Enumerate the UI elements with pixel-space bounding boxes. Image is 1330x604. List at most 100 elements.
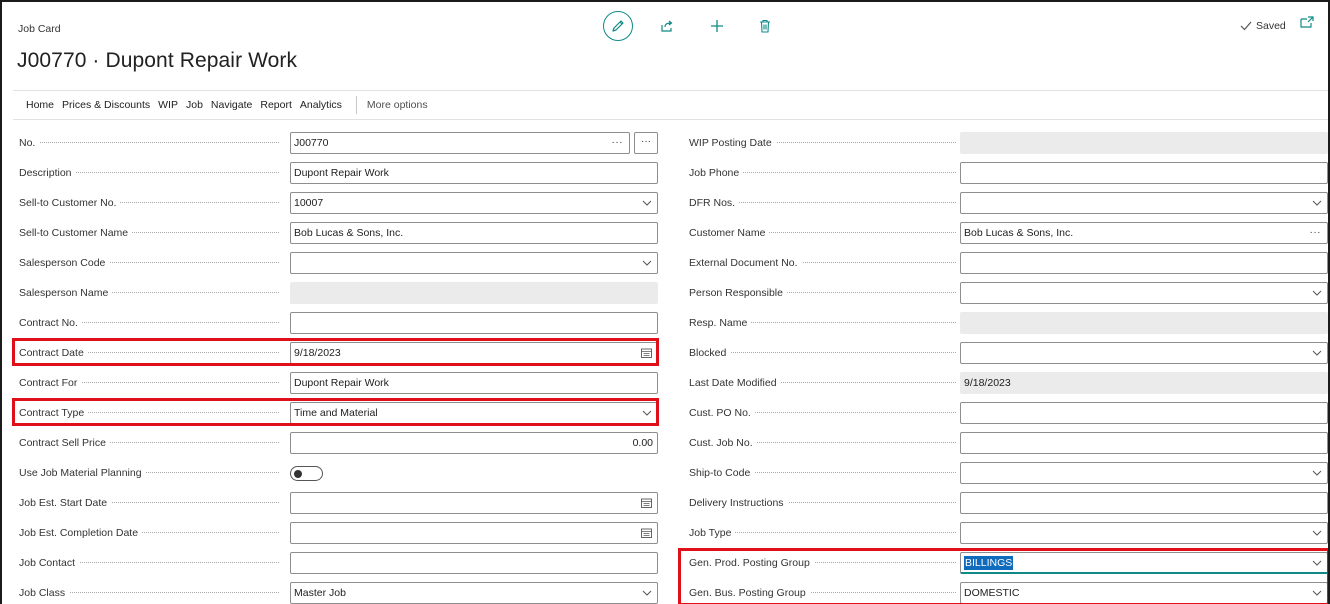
ellipsis-icon[interactable]: ··· [612,133,624,153]
field-row-salesperson-code: Salesperson Code [2,248,667,278]
delete-button[interactable] [750,11,780,41]
field-label: Cust. PO No. [689,407,755,419]
field-row-cust-job-no: Cust. Job No. [674,428,1328,458]
person-responsible-select[interactable] [960,282,1328,304]
popout-button[interactable] [1300,16,1314,31]
delivery-instructions-field[interactable] [960,492,1328,514]
field-label: Description [19,167,76,179]
job-est-completion-date-field[interactable] [290,522,658,544]
last-date-modified-field: 9/18/2023 [960,372,1328,394]
check-icon [1240,21,1252,31]
contract-type-select[interactable]: Time and Material [290,402,658,424]
action-menu-bar: Home Prices & Discounts WIP Job Navigate… [13,90,1328,120]
field-label: Job Est. Completion Date [19,527,143,539]
job-class-select[interactable]: Master Job [290,582,658,604]
cust-po-no-field[interactable] [960,402,1328,424]
field-row-contract-sell-price: Contract Sell Price 0.00 [2,428,667,458]
field-row-job-contact: Job Contact [2,548,667,578]
contract-for-field[interactable]: Dupont Repair Work [290,372,658,394]
field-label: Cust. Job No. [689,437,757,449]
share-button[interactable] [652,11,682,41]
plus-icon [711,20,723,32]
blocked-select[interactable] [960,342,1328,364]
external-document-no-field[interactable] [960,252,1328,274]
menu-analytics[interactable]: Analytics [300,99,342,111]
field-row-contract-type: Contract Type Time and Material [2,398,667,428]
gen-bus-posting-group-select[interactable]: DOMESTIC [960,582,1328,604]
menu-job[interactable]: Job [186,99,203,111]
field-label: WIP Posting Date [689,137,776,149]
field-label: Contract Type [19,407,89,419]
contract-date-field[interactable]: 9/18/2023 [290,342,658,364]
contract-sell-price-field[interactable]: 0.00 [290,432,658,454]
popout-icon [1300,16,1314,28]
contract-no-field[interactable] [290,312,658,334]
field-row-use-job-material-planning: Use Job Material Planning [2,458,667,488]
salesperson-name-field [290,282,658,304]
field-label: Customer Name [689,227,770,239]
chevron-down-icon [1312,463,1322,483]
edit-button[interactable] [603,11,633,41]
chevron-down-icon [1312,283,1322,303]
field-row-gen-prod-posting-group: Gen. Prod. Posting Group BILLINGS [674,548,1328,578]
field-row-cust-po-no: Cust. PO No. [674,398,1328,428]
menu-navigate[interactable]: Navigate [211,99,252,111]
job-type-select[interactable] [960,522,1328,544]
share-icon [661,20,673,32]
trash-icon [760,19,770,33]
menu-divider [355,96,357,114]
chevron-down-icon [642,193,652,213]
menu-home[interactable]: Home [26,99,54,111]
menu-report[interactable]: Report [260,99,292,111]
menu-prices-discounts[interactable]: Prices & Discounts [62,99,150,111]
field-row-dfr-nos: DFR Nos. [674,188,1328,218]
chevron-down-icon [1312,583,1322,603]
field-label: Job Est. Start Date [19,497,112,509]
job-contact-field[interactable] [290,552,658,574]
field-row-contract-date: Contract Date 9/18/2023 [2,338,667,368]
dfr-nos-select[interactable] [960,192,1328,214]
ship-to-code-select[interactable] [960,462,1328,484]
description-field[interactable]: Dupont Repair Work [290,162,658,184]
field-row-job-est-completion-date: Job Est. Completion Date [2,518,667,548]
field-row-ship-to-code: Ship-to Code [674,458,1328,488]
job-est-start-date-field[interactable] [290,492,658,514]
sell-to-customer-no-select[interactable]: 10007 [290,192,658,214]
menu-wip[interactable]: WIP [158,99,178,111]
field-row-delivery-instructions: Delivery Instructions [674,488,1328,518]
ellipsis-icon: ··· [641,136,651,147]
chevron-down-icon [642,403,652,423]
field-label: Contract For [19,377,82,389]
cust-job-no-field[interactable] [960,432,1328,454]
chevron-down-icon [1312,553,1322,572]
field-row-gen-bus-posting-group: Gen. Bus. Posting Group DOMESTIC [674,578,1328,604]
field-label: Sell-to Customer No. [19,197,121,209]
field-label: Use Job Material Planning [19,467,146,479]
field-row-job-type: Job Type [674,518,1328,548]
general-right-column: WIP Posting Date Job Phone DFR Nos. Cust… [674,128,1328,604]
page-caption: Job Card [18,23,61,35]
job-card-window: Job Card J00770 · Dupont Repair Work Sav… [0,0,1330,604]
calendar-icon[interactable] [641,343,652,363]
field-label: Contract Sell Price [19,437,110,449]
calendar-icon[interactable] [641,523,652,543]
field-row-job-class: Job Class Master Job [2,578,667,604]
gen-prod-posting-group-select[interactable]: BILLINGS [960,552,1328,574]
field-label: Person Responsible [689,287,787,299]
use-job-material-planning-toggle[interactable] [290,466,323,481]
page-title: J00770 · Dupont Repair Work [17,49,298,72]
field-label: Salesperson Name [19,287,113,299]
field-row-job-phone: Job Phone [674,158,1328,188]
more-options-button[interactable]: More options [367,99,428,111]
ellipsis-icon[interactable]: ··· [1310,223,1322,243]
no-field[interactable]: J00770 ··· [290,132,630,154]
job-phone-field[interactable] [960,162,1328,184]
no-assist-button[interactable]: ··· [634,132,658,154]
calendar-icon[interactable] [641,493,652,513]
new-button[interactable] [702,11,732,41]
salesperson-code-select[interactable] [290,252,658,274]
customer-name-field[interactable]: Bob Lucas & Sons, Inc. ··· [960,222,1328,244]
field-label: Job Contact [19,557,80,569]
sell-to-customer-name-field[interactable]: Bob Lucas & Sons, Inc. [290,222,658,244]
resp-name-field [960,312,1328,334]
